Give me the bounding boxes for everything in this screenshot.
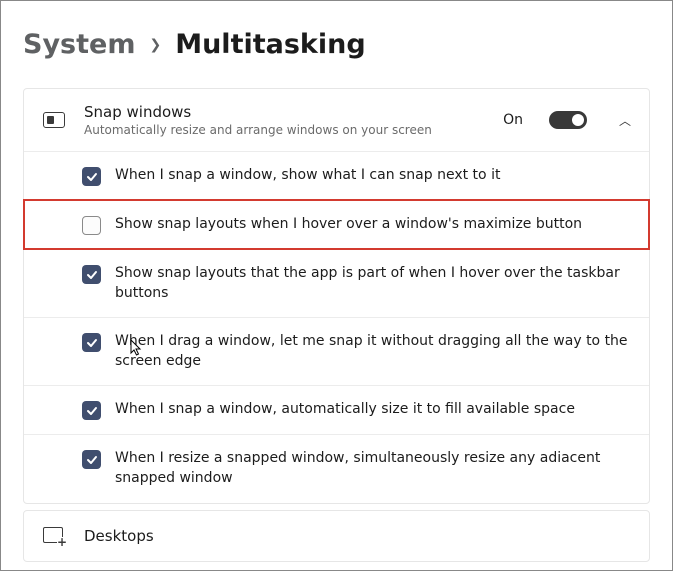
checkbox[interactable] (82, 450, 101, 469)
snap-option-row[interactable]: Show snap layouts that the app is part o… (24, 249, 649, 317)
option-label: When I snap a window, show what I can sn… (115, 166, 500, 186)
checkbox[interactable] (82, 216, 101, 235)
snap-option-row[interactable]: When I drag a window, let me snap it wit… (24, 317, 649, 385)
option-label: When I drag a window, let me snap it wit… (115, 332, 631, 371)
snap-windows-toggle[interactable] (549, 111, 587, 129)
snap-windows-header[interactable]: Snap windows Automatically resize and ar… (24, 89, 649, 151)
checkbox[interactable] (82, 333, 101, 352)
snap-windows-subtitle: Automatically resize and arrange windows… (84, 123, 487, 137)
chevron-right-icon: ❯ (149, 37, 161, 53)
checkbox[interactable] (82, 401, 101, 420)
option-label: Show snap layouts that the app is part o… (115, 264, 631, 303)
checkbox[interactable] (82, 167, 101, 186)
desktops-title: Desktops (84, 527, 154, 545)
breadcrumb-parent[interactable]: System (23, 29, 135, 60)
option-label: Show snap layouts when I hover over a wi… (115, 215, 582, 235)
option-label: When I snap a window, automatically size… (115, 400, 575, 420)
snap-option-row[interactable]: Show snap layouts when I hover over a wi… (24, 200, 649, 249)
snap-windows-icon (43, 112, 65, 128)
option-label: When I resize a snapped window, simultan… (115, 449, 631, 488)
breadcrumb: System ❯ Multitasking (23, 29, 650, 60)
desktops-header[interactable]: Desktops (24, 511, 649, 561)
desktops-icon (43, 527, 65, 545)
snap-windows-title: Snap windows (84, 103, 487, 121)
checkbox[interactable] (82, 265, 101, 284)
snap-options-list: When I snap a window, show what I can sn… (24, 151, 649, 503)
desktops-group: Desktops (23, 510, 650, 562)
snap-windows-group: Snap windows Automatically resize and ar… (23, 88, 650, 504)
page-title: Multitasking (175, 29, 365, 60)
snap-option-row[interactable]: When I snap a window, automatically size… (24, 385, 649, 434)
snap-option-row[interactable]: When I snap a window, show what I can sn… (24, 151, 649, 200)
chevron-up-icon[interactable]: ︿ (619, 112, 631, 129)
snap-option-row[interactable]: When I resize a snapped window, simultan… (24, 434, 649, 502)
toggle-label: On (503, 112, 523, 128)
